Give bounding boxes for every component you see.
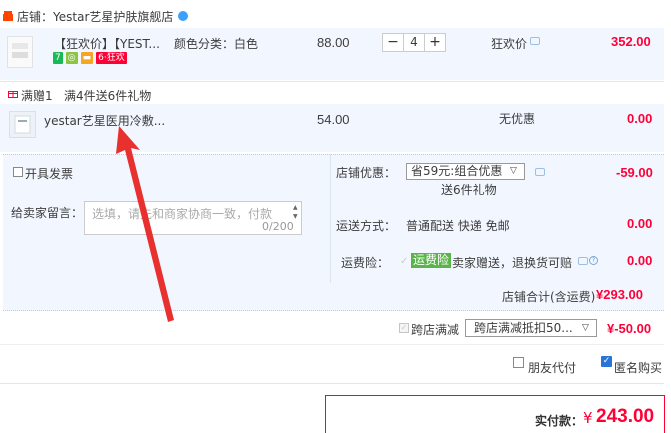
item-thumbnail[interactable] (7, 36, 33, 68)
shop-discount-select[interactable]: 省59元:组合优惠 (406, 163, 525, 180)
chat-bubble-icon[interactable] (535, 168, 545, 176)
shipping-label: 运送方式： (336, 219, 397, 233)
gift-label: 满赠1 (21, 89, 53, 103)
cross-store-checkbox[interactable]: ✓ (399, 323, 409, 333)
pay-currency: ¥ (583, 409, 593, 427)
badge-promo-icon: 6·狂欢 (96, 52, 127, 64)
insurance-description: 卖家赠送，退换货可赔 (452, 256, 573, 270)
message-label: 给卖家留言： (11, 206, 84, 220)
shop-icon (3, 11, 13, 21)
item-unit-price: 88.00 (317, 35, 350, 50)
qty-increase-button[interactable]: + (425, 34, 445, 51)
message-placeholder: 选填，请先和商家协商一致，付款 (92, 207, 273, 221)
shop-subtotal-amount: ¥293.00 (596, 287, 643, 302)
cross-store-amount: ¥-50.00 (607, 321, 652, 336)
item-sku: 颜色分类：白色 (174, 37, 259, 51)
invoice-label[interactable]: 开具发票 (25, 165, 73, 182)
chat-bubble-icon[interactable] (530, 37, 540, 45)
help-icon[interactable]: ? (589, 256, 598, 265)
pay-label: 实付款： (535, 414, 584, 428)
item-title-link[interactable]: 【狂欢价】【YEST... (54, 35, 160, 52)
item-total: 0.00 (627, 111, 653, 126)
insurance-tag: 运费险 (411, 253, 452, 268)
shipping-method: 普通配送 快递 免邮 (406, 219, 510, 233)
insurance-amount: 0.00 (627, 253, 653, 268)
shop-discount-amount: -59.00 (616, 165, 653, 180)
scroll-down-icon[interactable]: ▼ (293, 213, 298, 220)
message-char-count: 0/200 (262, 220, 294, 233)
anonymous-label[interactable]: 匿名购买 (614, 359, 662, 376)
insurance-label: 运费险： (341, 256, 390, 270)
qty-decrease-button[interactable]: − (383, 34, 403, 51)
gift-icon (8, 91, 18, 98)
badge-7day-icon: 7 (53, 52, 63, 64)
cross-store-select[interactable]: 跨店满减抵扣50... (465, 319, 597, 337)
insurance-checkbox[interactable]: ✓ (400, 256, 408, 267)
chevron-down-icon[interactable]: ▽ (582, 319, 589, 337)
item-promo-label: 狂欢价 (491, 37, 528, 51)
badge-service-icon: ◎ (65, 52, 78, 64)
item-unit-price: 54.00 (317, 112, 350, 127)
shop-name[interactable]: 店铺：Yestar艺星护肤旗舰店 (17, 8, 173, 25)
shop-discount-label: 店铺优惠： (336, 166, 397, 180)
item-title-link[interactable]: yestar艺星医用冷敷... (44, 112, 165, 129)
scroll-up-icon[interactable]: ▲ (293, 204, 298, 211)
invoice-checkbox[interactable] (13, 167, 23, 177)
divider (330, 154, 331, 283)
qty-input[interactable]: 4 (403, 34, 425, 51)
cross-store-label: 跨店满减 (411, 323, 460, 337)
friend-pay-checkbox[interactable] (513, 357, 524, 368)
shipping-amount: 0.00 (627, 216, 653, 231)
divider (0, 81, 664, 82)
item-service-badges: 7 ◎ ▬ 6·狂欢 (53, 52, 127, 64)
anonymous-checkbox[interactable]: ✓ (601, 356, 612, 367)
gift-rule: 满4件送6件礼物 (64, 89, 152, 103)
item-total: 352.00 (611, 34, 651, 49)
shop-verified-icon (178, 11, 188, 21)
shop-subtotal-label: 店铺合计(含运费) (502, 290, 596, 304)
chevron-down-icon[interactable]: ▽ (510, 163, 517, 180)
item-promo-label: 无优惠 (499, 112, 536, 126)
chat-bubble-icon[interactable] (578, 257, 588, 265)
friend-pay-label[interactable]: 朋友代付 (528, 359, 576, 376)
item-thumbnail[interactable] (9, 111, 36, 138)
discount-gift-note: 送6件礼物 (441, 183, 497, 197)
pay-amount: 243.00 (596, 406, 655, 427)
divider (0, 383, 664, 384)
quantity-stepper: − 4 + (382, 33, 446, 52)
badge-card-icon: ▬ (80, 52, 94, 64)
